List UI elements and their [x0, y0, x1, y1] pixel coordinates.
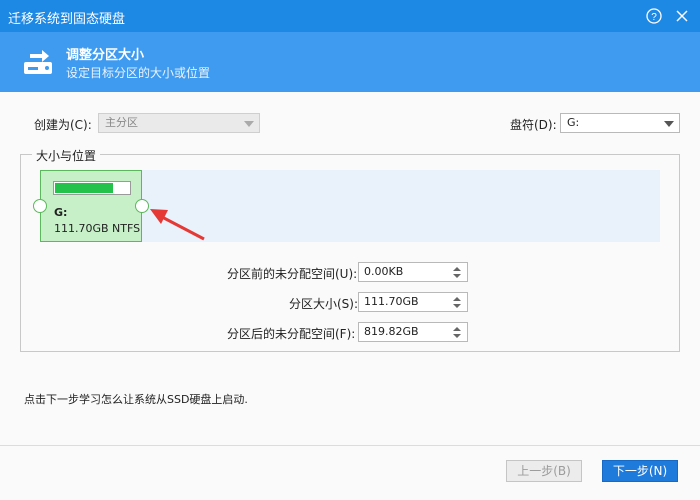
- title-bar: 迁移系统到固态硬盘 ?: [0, 0, 700, 32]
- size-stepper[interactable]: 111.70GB: [358, 292, 468, 312]
- next-button[interactable]: 下一步(N): [602, 460, 678, 482]
- drive-letter-label: 盘符(D):: [510, 118, 557, 132]
- unalloc-before-stepper[interactable]: 0.00KB: [358, 262, 468, 282]
- partition-block[interactable]: G: 111.70GB NTFS: [40, 170, 142, 242]
- size-value: 111.70GB: [364, 295, 419, 308]
- partition-name: G:: [54, 206, 68, 219]
- size-position-legend: 大小与位置: [32, 147, 101, 164]
- create-as-select: 主分区: [98, 113, 260, 133]
- unalloc-before-value: 0.00KB: [364, 265, 404, 278]
- prev-button[interactable]: 上一步(B): [506, 460, 582, 482]
- spin-down-icon[interactable]: [453, 334, 461, 338]
- svg-text:?: ?: [651, 12, 657, 23]
- drive-letter-select[interactable]: G:: [560, 113, 680, 133]
- window-title: 迁移系统到固态硬盘: [8, 12, 126, 27]
- wizard-header: 调整分区大小 设定目标分区的大小或位置: [0, 32, 700, 92]
- header-title: 调整分区大小: [66, 48, 145, 63]
- size-label: 分区大小(S):: [289, 297, 359, 311]
- unalloc-before-label: 分区前的未分配空间(U):: [227, 267, 358, 281]
- chevron-down-icon[interactable]: [664, 121, 674, 127]
- info-text: 点击下一步学习怎么让系统从SSD硬盘上启动.: [24, 393, 248, 406]
- header-subtitle: 设定目标分区的大小或位置: [66, 66, 211, 80]
- unalloc-after-stepper[interactable]: 819.82GB: [358, 322, 468, 342]
- drive-letter-value: G:: [567, 116, 580, 129]
- resize-handle-left[interactable]: [33, 199, 47, 213]
- resize-handle-right[interactable]: [135, 199, 149, 213]
- unalloc-after-value: 819.82GB: [364, 325, 419, 338]
- usage-bar: [53, 181, 131, 195]
- help-icon[interactable]: ?: [644, 6, 664, 26]
- disk-arrow-icon: [22, 46, 54, 81]
- close-icon[interactable]: [672, 6, 692, 26]
- spin-down-icon[interactable]: [453, 274, 461, 278]
- spin-down-icon[interactable]: [453, 304, 461, 308]
- chevron-down-icon: [244, 121, 254, 127]
- spin-up-icon[interactable]: [453, 327, 461, 331]
- create-as-value: 主分区: [105, 116, 138, 129]
- unalloc-after-label: 分区后的未分配空间(F):: [227, 327, 356, 341]
- partition-info: 111.70GB NTFS: [54, 222, 141, 235]
- usage-bar-fill: [55, 183, 113, 193]
- create-as-label: 创建为(C):: [34, 118, 92, 132]
- spin-up-icon[interactable]: [453, 297, 461, 301]
- footer-divider: [0, 445, 700, 446]
- spin-up-icon[interactable]: [453, 267, 461, 271]
